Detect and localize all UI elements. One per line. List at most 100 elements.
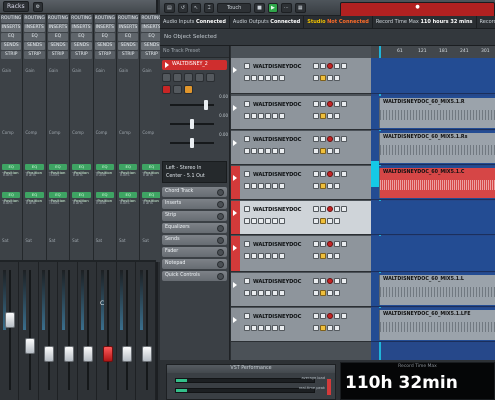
track-control-button[interactable]	[244, 313, 250, 319]
inspector-section-fader[interactable]: Fader	[162, 247, 227, 257]
fader-cap[interactable]	[83, 346, 93, 362]
expand-triangle-icon[interactable]	[233, 245, 237, 251]
mute-button[interactable]	[313, 313, 319, 319]
mute-button[interactable]	[313, 101, 319, 107]
track-lane-button[interactable]	[272, 218, 278, 224]
fader-cap[interactable]	[141, 346, 152, 362]
lock-button[interactable]	[184, 85, 193, 94]
freeze-button[interactable]	[327, 183, 333, 189]
edit-button[interactable]	[313, 325, 319, 331]
lock-button[interactable]	[320, 148, 326, 154]
lanes-button[interactable]	[334, 290, 340, 296]
track-lane-button[interactable]	[279, 325, 285, 331]
expand-triangle-icon[interactable]	[233, 140, 237, 146]
track-lane-button[interactable]	[279, 253, 285, 259]
track-control-button[interactable]	[244, 278, 250, 284]
eq-position-button-2[interactable]: EQ Position	[25, 192, 44, 203]
fader-cap[interactable]	[5, 312, 15, 328]
expand-triangle-icon[interactable]	[233, 282, 237, 288]
solo-button[interactable]	[173, 73, 182, 82]
track-lane-button[interactable]	[272, 253, 278, 259]
track-color-bar[interactable]	[231, 131, 240, 164]
track-lane-button[interactable]	[251, 218, 257, 224]
stop-button[interactable]: ■	[254, 2, 265, 13]
inspector-section-chord-track[interactable]: Chord Track	[162, 187, 227, 197]
pan-slider[interactable]: 0.00	[170, 113, 228, 132]
track-lane-button[interactable]	[258, 148, 264, 154]
edit-button[interactable]	[313, 183, 319, 189]
edit-button[interactable]	[313, 148, 319, 154]
mixer-inserts-button[interactable]: INSERTS	[47, 24, 69, 32]
track-control-button[interactable]	[244, 171, 250, 177]
automation-mode-select[interactable]: Touch	[217, 2, 252, 13]
inspector-section-notepad[interactable]: Notepad	[162, 259, 227, 269]
track-lane[interactable]	[371, 201, 495, 235]
edit-channel-button[interactable]	[206, 73, 215, 82]
volume-slider[interactable]: 0.00	[170, 94, 228, 113]
lock-button[interactable]	[320, 325, 326, 331]
mute-button[interactable]	[313, 241, 319, 247]
mixer-inserts-button[interactable]: INSERTS	[141, 24, 162, 32]
mixer-sends-button[interactable]: SENDS	[141, 42, 162, 50]
fader-cap[interactable]	[24, 338, 35, 354]
eq-position-button[interactable]: EQ Position	[48, 164, 68, 175]
window-layout-button[interactable]: ▤	[164, 2, 175, 13]
object-tool-button[interactable]: ↖	[190, 2, 202, 13]
fader-cap[interactable]	[63, 346, 74, 362]
mixer-sends-button[interactable]: SENDS	[24, 42, 45, 50]
mixer-strip-button[interactable]: STRIP	[94, 51, 115, 59]
track-lane-button[interactable]	[272, 290, 278, 296]
track-lane-button[interactable]	[279, 290, 285, 296]
track-color-bar[interactable]	[231, 58, 240, 93]
track-lane-button[interactable]	[251, 253, 257, 259]
track-lane-button[interactable]	[251, 290, 257, 296]
eq-position-button-2[interactable]: EQ Position	[72, 192, 91, 203]
monitor-button[interactable]	[334, 63, 340, 69]
track-lane-button[interactable]	[272, 113, 278, 119]
mixer-strip-button[interactable]: STRIP	[71, 51, 92, 59]
track-name[interactable]: WALTDISNEYDOC	[253, 137, 301, 143]
track-lane-button[interactable]	[265, 253, 271, 259]
inspector-section-equalizers[interactable]: Equalizers	[162, 223, 227, 233]
track-lane-button[interactable]	[251, 148, 257, 154]
expand-triangle-icon[interactable]	[233, 317, 237, 323]
mixer-eq-button[interactable]: EQ	[141, 33, 162, 41]
mute-button[interactable]	[313, 206, 319, 212]
pan-knob[interactable]	[190, 119, 194, 129]
delay-slider[interactable]: 0.00	[170, 132, 228, 151]
audio-event[interactable]: WALTDISNEYDOC_60_MIX5.1.C	[379, 168, 495, 198]
track-lane[interactable]: WALTDISNEYDOC_60_MIX5.1.R	[371, 96, 495, 130]
track-lane[interactable]: WALTDISNEYDOC_60_MIX5.1.LFE	[371, 308, 495, 342]
solo-button[interactable]	[320, 171, 326, 177]
mixer-routing-button[interactable]: ROUTING	[1, 15, 22, 23]
monitor-button[interactable]	[334, 206, 340, 212]
mixer-strip-button[interactable]: STRIP	[47, 51, 69, 59]
track-lane-button[interactable]	[251, 325, 257, 331]
track-lane-button[interactable]	[251, 183, 257, 189]
track-lane-button[interactable]	[244, 113, 250, 119]
mixer-inserts-button[interactable]: INSERTS	[71, 24, 92, 32]
snap-button[interactable]: ⋯	[280, 2, 292, 13]
eq-position-button-2[interactable]: EQ Position	[95, 192, 114, 203]
mixer-eq-button[interactable]: EQ	[71, 33, 92, 41]
track-lane-button[interactable]	[265, 75, 271, 81]
track-lane-button[interactable]	[244, 253, 250, 259]
track-color-bar[interactable]	[231, 308, 240, 341]
record-enable-button[interactable]	[327, 241, 333, 247]
lanes-button[interactable]	[334, 113, 340, 119]
freeze-button[interactable]	[327, 148, 333, 154]
record-enable-button[interactable]	[327, 101, 333, 107]
track-header[interactable]: WALTDISNEYDOC	[231, 131, 371, 165]
monitor-button[interactable]	[334, 101, 340, 107]
inspector-section-quick-controls[interactable]: Quick Controls	[162, 271, 227, 281]
freeze-button[interactable]	[327, 253, 333, 259]
track-lane-button[interactable]	[265, 290, 271, 296]
track-header[interactable]: WALTDISNEYDOC	[231, 201, 371, 235]
track-name[interactable]: WALTDISNEYDOC	[253, 207, 301, 213]
freeze-button[interactable]	[327, 75, 333, 81]
track-lane-button[interactable]	[251, 113, 257, 119]
solo-button[interactable]	[320, 278, 326, 284]
eq-position-button[interactable]: EQ Position	[72, 164, 91, 175]
eq-position-button[interactable]: EQ Position	[142, 164, 161, 175]
mute-button[interactable]	[313, 63, 319, 69]
